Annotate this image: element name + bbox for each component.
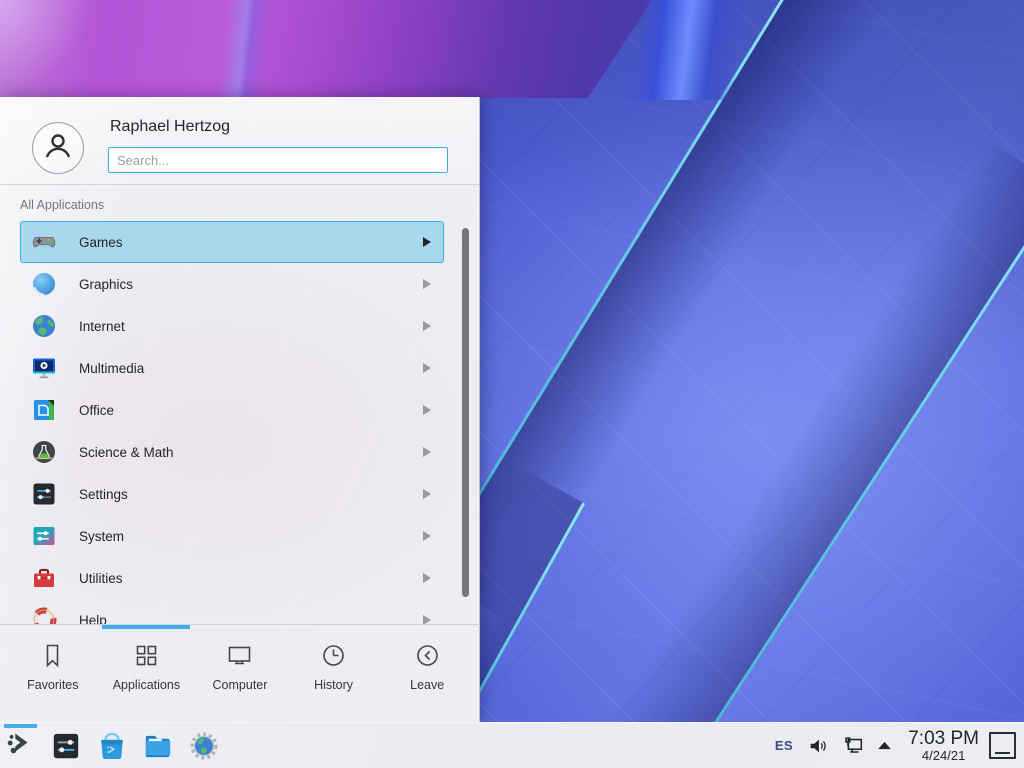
system-icon (31, 523, 57, 549)
submenu-arrow-icon (423, 237, 431, 247)
submenu-arrow-icon (423, 531, 431, 541)
utilities-icon (31, 565, 57, 591)
dolphin-file-manager-taskbar-icon[interactable] (138, 723, 178, 768)
category-row-graphics[interactable]: Graphics (20, 263, 444, 305)
wallpaper-purple-corner (0, 0, 660, 98)
tab-label: Leave (410, 678, 444, 692)
category-row-help[interactable]: Help (20, 599, 444, 624)
launcher-header: Raphael Hertzog (0, 97, 479, 185)
category-label: Graphics (79, 277, 423, 292)
category-row-office[interactable]: Office (20, 389, 444, 431)
category-label: Settings (79, 487, 423, 502)
keyboard-layout-indicator[interactable]: ES (775, 738, 793, 753)
application-launcher-popup: Raphael Hertzog All Applications Gam (0, 97, 480, 722)
category-row-games[interactable]: Games (20, 221, 444, 263)
web-browser-taskbar-icon[interactable] (184, 723, 224, 768)
leave-circle-icon (414, 642, 441, 669)
help-icon (31, 607, 57, 624)
submenu-arrow-icon (423, 489, 431, 499)
category-label: Science & Math (79, 445, 423, 460)
games-icon (31, 229, 57, 255)
category-label: Utilities (79, 571, 423, 586)
clock-icon (320, 642, 347, 669)
system-settings-taskbar-icon[interactable] (46, 723, 86, 768)
user-name: Raphael Hertzog (110, 118, 230, 136)
discover-taskbar-icon[interactable] (92, 723, 132, 768)
tab-label: Computer (213, 678, 268, 692)
category-label: System (79, 529, 423, 544)
clock-date: 4/24/21 (922, 749, 965, 763)
tab-label: History (314, 678, 353, 692)
category-label: Office (79, 403, 423, 418)
desktop: Raphael Hertzog All Applications Gam (0, 0, 1024, 768)
internet-icon (31, 313, 57, 339)
bookmark-icon (39, 642, 66, 669)
category-row-multimedia[interactable]: Multimedia (20, 347, 444, 389)
category-list: Games Graphics (0, 221, 480, 624)
active-task-indicator (4, 724, 37, 728)
section-label: All Applications (20, 198, 104, 212)
tab-history[interactable]: History (287, 625, 381, 722)
category-label: Multimedia (79, 361, 423, 376)
kickoff-launcher-icon (5, 728, 35, 763)
monitor-icon (226, 642, 253, 669)
submenu-arrow-icon (423, 447, 431, 457)
office-icon (31, 397, 57, 423)
app-launcher-button[interactable] (0, 723, 40, 768)
show-desktop-button[interactable] (989, 732, 1016, 759)
network-icon[interactable] (841, 734, 865, 758)
category-row-internet[interactable]: Internet (20, 305, 444, 347)
search-input[interactable] (108, 147, 448, 173)
scrollbar-thumb[interactable] (462, 228, 469, 597)
category-label: Internet (79, 319, 423, 334)
launcher-tabbar: Favorites Applications (0, 624, 480, 722)
tab-label: Applications (113, 678, 180, 692)
submenu-arrow-icon (423, 321, 431, 331)
submenu-arrow-icon (423, 279, 431, 289)
science-icon (31, 439, 57, 465)
category-row-system[interactable]: System (20, 515, 444, 557)
expand-tray-caret-icon[interactable] (877, 741, 892, 750)
wallpaper-blue-band (630, 0, 746, 100)
graphics-icon (31, 271, 57, 297)
category-row-science[interactable]: Science & Math (20, 431, 444, 473)
tab-label: Favorites (27, 678, 78, 692)
taskbar-panel: ES 7:03 PM 4/24/21 (0, 722, 1024, 768)
settings-icon (31, 481, 57, 507)
user-avatar[interactable] (32, 122, 84, 174)
category-row-utilities[interactable]: Utilities (20, 557, 444, 599)
user-icon (41, 129, 75, 168)
submenu-arrow-icon (423, 405, 431, 415)
submenu-arrow-icon (423, 363, 431, 373)
volume-icon[interactable] (807, 735, 829, 757)
grid-icon (133, 642, 160, 669)
category-row-settings[interactable]: Settings (20, 473, 444, 515)
multimedia-icon (31, 355, 57, 381)
active-tab-indicator (102, 625, 190, 629)
tab-computer[interactable]: Computer (193, 625, 287, 722)
tab-leave[interactable]: Leave (380, 625, 474, 722)
tab-favorites[interactable]: Favorites (6, 625, 100, 722)
submenu-arrow-icon (423, 615, 431, 624)
category-label: Help (79, 613, 423, 625)
clock-time: 7:03 PM (908, 729, 979, 749)
digital-clock[interactable]: 7:03 PM 4/24/21 (908, 729, 979, 763)
submenu-arrow-icon (423, 573, 431, 583)
tab-applications[interactable]: Applications (100, 625, 194, 722)
category-label: Games (79, 235, 423, 250)
